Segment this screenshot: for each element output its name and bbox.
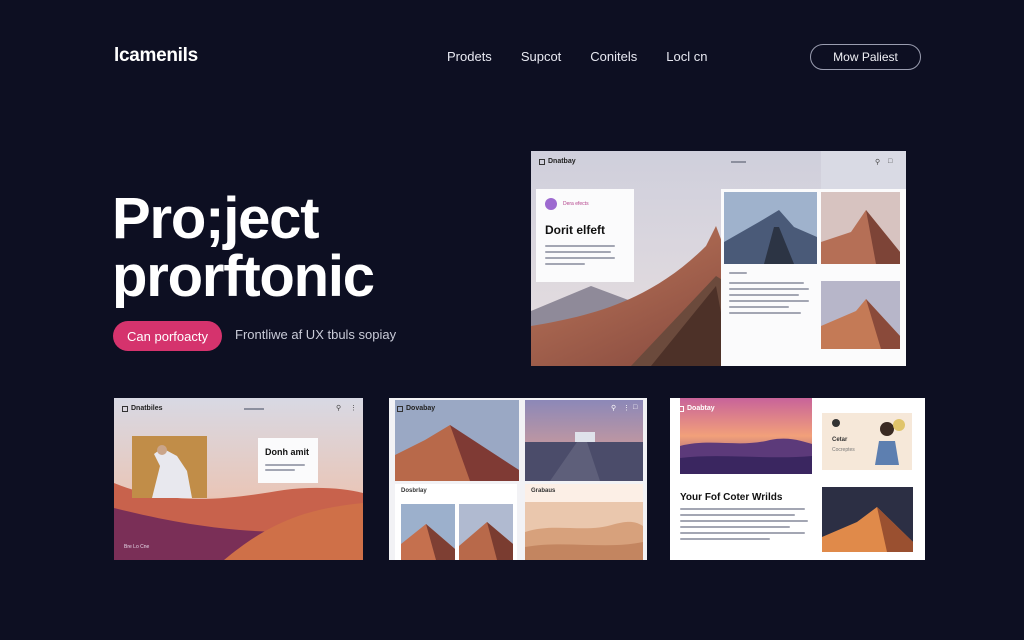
main-nav: Prodets Supcot Conitels Locl cn xyxy=(447,49,707,64)
text-line xyxy=(729,294,799,296)
mockup-main-nav-dots xyxy=(731,161,746,163)
card-c-side-panel: Cetar Cocreptes xyxy=(822,413,912,470)
card-a-footer: Bre Lo Cne xyxy=(124,544,150,550)
mockup-main-heading: Dorit elfeft xyxy=(545,223,605,237)
caption-line xyxy=(729,272,747,274)
nav-link-support[interactable]: Supcot xyxy=(521,49,561,64)
card-c-dune-image[interactable] xyxy=(822,487,913,552)
search-icon[interactable]: ⚲ xyxy=(336,404,341,412)
text-line xyxy=(680,520,808,522)
card-b-desert-image[interactable] xyxy=(525,502,643,560)
nav-cta-button[interactable]: Mow Paliest xyxy=(810,44,921,70)
text-line xyxy=(265,464,305,466)
text-line xyxy=(729,282,804,284)
gallery-image-dune-1[interactable] xyxy=(821,192,900,264)
gallery-image-dune-2[interactable] xyxy=(821,281,900,349)
search-icon[interactable]: ⚲ xyxy=(611,404,616,412)
card-b-dune-image[interactable] xyxy=(395,400,519,481)
card-b-content-panel-2: Grabaus xyxy=(525,484,643,560)
text-line xyxy=(680,526,790,528)
hero-title: Pro;ject prorftonic xyxy=(112,186,375,309)
card-a-nav-dots xyxy=(244,408,264,410)
mockup-main[interactable]: Dnatbay ⚲ □ Dera efects Dorit elfeft xyxy=(531,151,906,366)
text-line xyxy=(265,469,295,471)
nav-link-contacts[interactable]: Conitels xyxy=(590,49,637,64)
hero-cta-button[interactable]: Can porfoacty xyxy=(113,321,222,351)
text-line xyxy=(545,257,615,259)
card-b-road-image[interactable] xyxy=(525,400,643,481)
mockup-main-text-panel: Dera efects Dorit elfeft xyxy=(536,189,634,282)
menu-icon xyxy=(678,405,684,412)
mockup-main-gallery xyxy=(721,189,906,366)
card-a-person-image xyxy=(132,436,207,498)
nav-link-login[interactable]: Locl cn xyxy=(666,49,707,64)
search-icon[interactable]: ⚲ xyxy=(875,158,880,166)
gallery-image-road[interactable] xyxy=(724,192,817,264)
text-line xyxy=(545,245,615,247)
card-c-side-label: Cetar xyxy=(832,437,848,443)
menu-icon xyxy=(397,405,403,412)
text-line xyxy=(545,251,611,253)
menu-dots-icon[interactable]: ⋮ xyxy=(350,404,357,412)
card-c-heading: Your Fof Coter Wrilds xyxy=(680,492,783,503)
card-b-label-2: Grabaus xyxy=(531,488,556,494)
mockup-main-tag-icon xyxy=(545,198,557,210)
text-line xyxy=(680,514,795,516)
card-a-heading: Donh amit xyxy=(265,447,309,457)
hero-title-line-2: prorftonic xyxy=(112,244,375,309)
menu-icon xyxy=(122,405,128,412)
card-b-thumb-2[interactable] xyxy=(459,504,513,560)
mockup-main-brand: Dnatbay xyxy=(539,158,576,165)
text-line xyxy=(729,306,789,308)
card-c-side-sub: Cocreptes xyxy=(832,447,855,453)
hero-subtitle: Frontliwe af UX tbuls sopiay xyxy=(235,327,397,342)
logo[interactable]: lcamenils xyxy=(114,45,198,67)
text-line xyxy=(545,263,585,265)
more-icon[interactable]: □ xyxy=(633,404,637,411)
mockup-card-b[interactable]: Dovabay ⚲ ⋮ □ Dosbrlay Grabaus xyxy=(389,398,647,560)
menu-icon xyxy=(539,158,545,165)
cart-icon[interactable]: □ xyxy=(888,158,892,165)
text-line xyxy=(729,312,801,314)
card-b-thumb-1[interactable] xyxy=(401,504,455,560)
text-line xyxy=(729,300,809,302)
mockup-card-a[interactable]: Dnatbiles ⚲ ⋮ Donh amit Bre Lo Cne xyxy=(114,398,363,560)
menu-dots-icon[interactable]: ⋮ xyxy=(623,404,630,412)
text-line xyxy=(729,288,809,290)
nav-link-products[interactable]: Prodets xyxy=(447,49,492,64)
card-a-brand: Dnatbiles xyxy=(122,405,163,412)
hero-title-line-1: Pro;ject xyxy=(112,186,320,251)
text-line xyxy=(680,538,770,540)
card-a-text-panel: Donh amit xyxy=(258,438,318,483)
text-line xyxy=(680,532,805,534)
mockup-card-c[interactable]: Doabtay Cetar Cocreptes Your Fof Coter W… xyxy=(670,398,925,560)
card-c-person-image xyxy=(867,417,907,465)
card-c-brand: Doabtay xyxy=(678,405,715,412)
mockup-main-tag: Dera efects xyxy=(563,201,589,207)
text-line xyxy=(680,508,805,510)
card-c-side-icon xyxy=(832,419,840,427)
card-b-content-panel: Dosbrlay xyxy=(395,484,517,560)
card-b-brand: Dovabay xyxy=(397,405,435,412)
card-b-label-1: Dosbrlay xyxy=(401,488,427,494)
